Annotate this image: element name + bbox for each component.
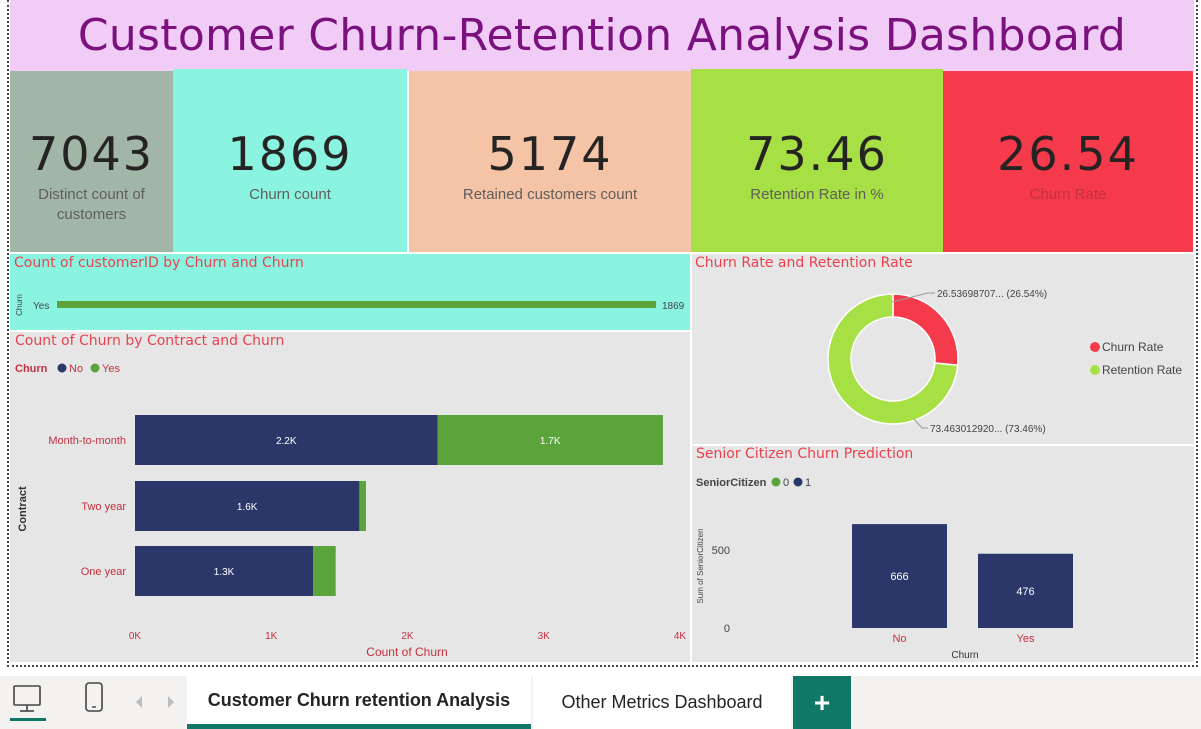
legend-no-swatch (57, 363, 67, 373)
x-tick-label: 0K (129, 631, 142, 642)
title-banner: Customer Churn-Retention Analysis Dashbo… (10, 0, 1194, 71)
x-tick-label: No (892, 633, 906, 645)
legend-title: SeniorCitizen (696, 477, 767, 489)
kpi-value: 5174 (487, 127, 613, 181)
canvas-border-left (7, 0, 9, 667)
churn-slice-label: 26.53698707... (26.54%) (937, 289, 1047, 300)
kpi-card-retained-count[interactable]: 5174 Retained customers count (409, 71, 691, 252)
kpi-value: 7043 (28, 127, 155, 181)
y-axis-title: Contract (17, 486, 29, 532)
kpi-label: Distinct count of customers (38, 186, 145, 223)
count-by-churn-panel[interactable]: Count of customerID by Churn and Churn C… (10, 254, 690, 330)
mobile-view-icon[interactable] (84, 682, 104, 716)
category-label: Two year (81, 501, 126, 513)
kpi-label: Retained customers count (462, 186, 638, 203)
x-tick-label: Yes (1017, 633, 1035, 645)
bar-segment-yes[interactable] (313, 546, 336, 596)
y-tick-label: 500 (712, 545, 730, 557)
canvas-border-bottom (7, 665, 1198, 667)
churn-retention-donut-chart: 26.53698707... (26.54%) 73.463012920... … (827, 289, 1182, 435)
senior-citizen-bar-chart: SeniorCitizen 0 1 Sum of SeniorCitizen 5… (696, 477, 1073, 661)
senior-citizen-panel[interactable]: Senior Citizen Churn Prediction SeniorCi… (692, 446, 1194, 662)
legend-retention-label: Retention Rate (1102, 363, 1182, 377)
tab-label: Other Metrics Dashboard (561, 692, 763, 712)
x-tick-label: 4K (674, 631, 687, 642)
add-page-button[interactable]: + (793, 676, 851, 729)
data-label: 2.2K (276, 436, 297, 447)
kpi-label: Churn Rate (1029, 186, 1107, 203)
retention-slice-label: 73.463012920... (73.46%) (930, 424, 1046, 435)
canvas-border-right (1196, 0, 1198, 667)
tab-customer-churn-retention[interactable]: Customer Churn retention Analysis (187, 676, 531, 729)
legend-yes-swatch (90, 363, 100, 373)
churn-count-bar[interactable] (57, 301, 656, 308)
legend-churn-swatch (1090, 342, 1100, 352)
axis-label: Churn (15, 294, 24, 316)
data-label: 1.7K (540, 436, 561, 447)
page-title: Customer Churn-Retention Analysis Dashbo… (77, 10, 1127, 61)
x-axis-title: Churn (951, 650, 978, 661)
kpi-label: Churn count (249, 186, 331, 203)
dashboard-canvas: Customer Churn-Retention Analysis Dashbo… (0, 0, 1201, 729)
x-tick-label: 3K (538, 631, 551, 642)
contract-chart-panel[interactable]: Count of Churn by Contract and Churn Chu… (10, 332, 690, 662)
bar-value-label: 1869 (662, 301, 685, 312)
tab-label: Customer Churn retention Analysis (207, 689, 511, 710)
data-label: 1.3K (214, 567, 235, 578)
x-tick-label: 1K (265, 631, 278, 642)
x-axis-title: Count of Churn (366, 645, 447, 659)
kpi-card-churn-count[interactable]: 1869 Churn count (173, 69, 407, 252)
kpi-value: 73.46 (746, 127, 888, 181)
legend-1-swatch (793, 477, 803, 487)
data-label: 476 (1016, 586, 1034, 598)
next-page-arrow-icon[interactable] (164, 694, 178, 710)
category-label: Yes (33, 301, 49, 312)
kpi-card-churn-rate[interactable]: 26.54 Churn Rate (943, 71, 1193, 252)
legend-churn-label: Churn Rate (1102, 340, 1164, 354)
data-label: 666 (890, 571, 908, 583)
count-by-churn-chart: Churn Yes 1869 (15, 294, 685, 316)
tab-other-metrics[interactable]: Other Metrics Dashboard (533, 676, 791, 729)
desktop-view-icon[interactable] (10, 682, 46, 722)
y-axis-title: Sum of SeniorCitizen (696, 528, 705, 603)
legend-retention-swatch (1090, 365, 1100, 375)
category-label: One year (81, 566, 127, 578)
y-tick-label: 0 (724, 623, 730, 635)
kpi-value: 1869 (227, 127, 353, 181)
bar-segment-yes[interactable] (359, 481, 366, 531)
kpi-value: 26.54 (997, 127, 1139, 181)
kpi-card-retention-rate[interactable]: 73.46 Retention Rate in % (691, 69, 943, 252)
legend-1-label: 1 (805, 477, 811, 489)
category-label: Month-to-month (48, 435, 126, 447)
kpi-label: Retention Rate in % (750, 186, 884, 203)
donut-slice-churn-rate[interactable] (892, 293, 959, 367)
legend-title: Churn (15, 363, 48, 375)
contract-stacked-bar-chart: Churn No Yes Contract Count of Churn 0K 1… (15, 363, 687, 659)
kpi-card-distinct-customers[interactable]: 7043 Distinct count of customers (10, 71, 173, 252)
x-tick-label: 2K (401, 631, 414, 642)
plus-icon: + (813, 686, 831, 718)
legend-0-swatch (771, 477, 781, 487)
data-label: 1.6K (237, 502, 258, 513)
legend-yes-label: Yes (102, 363, 120, 375)
prev-page-arrow-icon[interactable] (132, 694, 146, 710)
legend-no-label: No (69, 363, 83, 375)
legend-0-label: 0 (783, 477, 789, 489)
rate-donut-panel[interactable]: Churn Rate and Retention Rate 26.5369870… (692, 254, 1194, 444)
